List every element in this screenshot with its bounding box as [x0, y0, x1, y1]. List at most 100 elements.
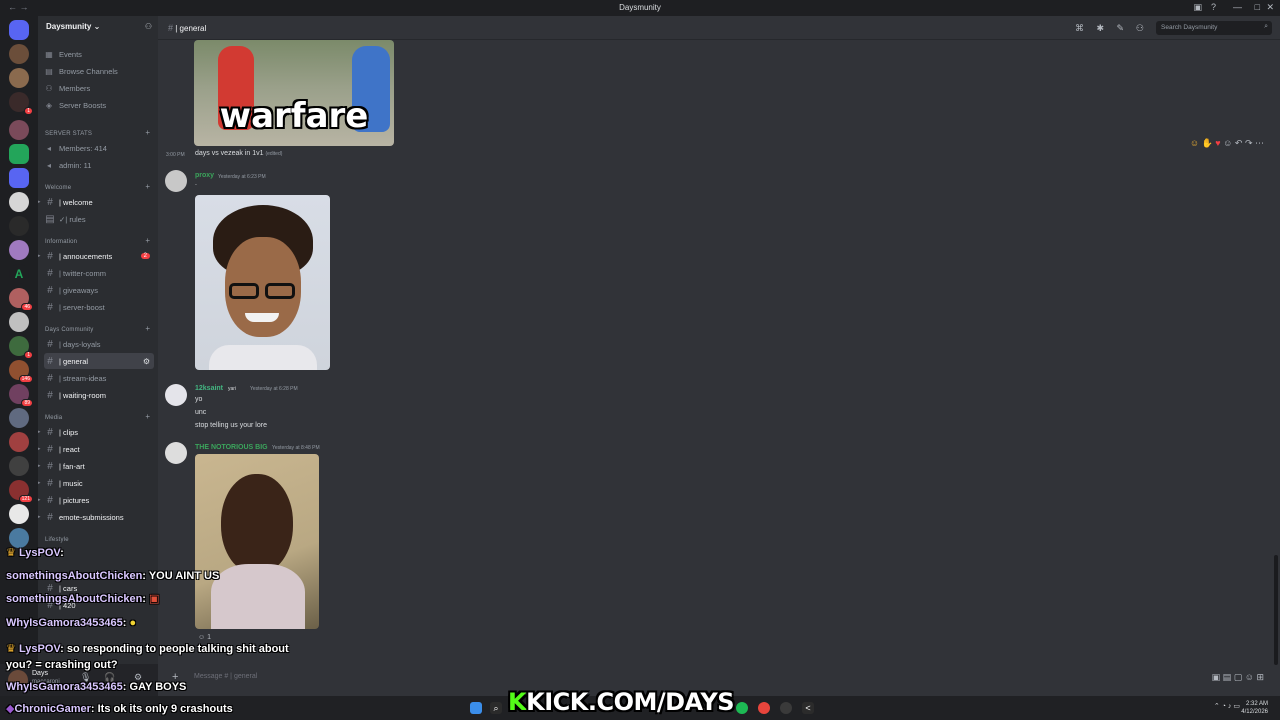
reaction-wave-icon[interactable]: ✋: [1202, 138, 1213, 148]
avatar[interactable]: [165, 384, 187, 406]
category-information[interactable]: Information: [45, 239, 77, 245]
user-settings-icon[interactable]: ⚙: [134, 672, 142, 683]
server-icon[interactable]: [9, 68, 29, 88]
channel-days-loyals[interactable]: # | days-loyals: [44, 336, 154, 352]
channel-annoucements[interactable]: ▸ # | annoucements 2: [38, 248, 154, 264]
inbox-icon[interactable]: ▣: [1193, 2, 1202, 13]
minimize-icon[interactable]: —: [1233, 2, 1242, 12]
server-icon[interactable]: 46: [9, 288, 33, 311]
channel-general[interactable]: # | general ⚙: [44, 353, 154, 369]
battery-icon[interactable]: ▭: [1233, 703, 1240, 710]
server-icon[interactable]: [9, 120, 29, 140]
windows-start-icon[interactable]: [470, 702, 482, 714]
maximize-icon[interactable]: □: [1255, 2, 1260, 12]
channel-cars[interactable]: # | cars: [44, 580, 154, 596]
microphone-icon[interactable]: 🎙: [80, 672, 91, 683]
reaction-emoji-icon[interactable]: ☺: [1190, 138, 1199, 148]
close-icon[interactable]: ✕: [1266, 2, 1274, 13]
apps-icon[interactable]: ⊞: [1256, 672, 1264, 682]
add-channel-icon[interactable]: +: [145, 128, 150, 137]
category-media[interactable]: Media: [45, 415, 62, 421]
server-icon[interactable]: [9, 168, 29, 188]
member-list-icon[interactable]: ⚇: [1136, 23, 1144, 34]
gift-icon[interactable]: ▣: [1212, 672, 1221, 682]
settings-icon[interactable]: ⚙: [143, 357, 150, 366]
server-icon[interactable]: 1: [9, 336, 33, 359]
server-icon[interactable]: [9, 312, 29, 332]
server-header[interactable]: Daysmunity ⌄ ⚇: [38, 16, 158, 40]
channel-420[interactable]: # | 420: [44, 597, 154, 613]
channel-fan-art[interactable]: ▸ # | fan-art: [38, 458, 154, 474]
pin-icon[interactable]: ✎: [1116, 23, 1124, 34]
message-author[interactable]: proxy: [195, 172, 214, 179]
server-icon[interactable]: [9, 528, 29, 548]
sidebar-item-browse[interactable]: ▤ Browse Channels: [44, 63, 156, 79]
message-image-selfie[interactable]: [195, 454, 319, 629]
server-icon[interactable]: [9, 456, 29, 476]
channel-welcome[interactable]: ▸ # | welcome: [38, 194, 154, 210]
reaction-heart-icon[interactable]: ♥: [1215, 138, 1220, 148]
settings-icon[interactable]: [780, 702, 792, 714]
clock[interactable]: 2:32 AM 4/12/2026: [1241, 700, 1268, 716]
server-icon[interactable]: 121: [9, 480, 33, 503]
forward-icon[interactable]: ↷: [1245, 138, 1253, 148]
message-image-portrait[interactable]: [195, 195, 330, 370]
sidebar-item-boosts[interactable]: ◈ Server Boosts: [44, 97, 156, 113]
channel-react[interactable]: ▸ # | react: [38, 441, 154, 457]
sidebar-item-members[interactable]: ⚇ Members: [44, 80, 156, 96]
add-user-icon[interactable]: ⚇: [145, 22, 152, 31]
add-channel-icon[interactable]: +: [145, 236, 150, 245]
network-icon[interactable]: ◔: [1222, 703, 1226, 710]
scrollbar[interactable]: [1274, 555, 1278, 665]
help-icon[interactable]: ?: [1211, 2, 1216, 12]
add-reaction-icon[interactable]: ☺: [1223, 138, 1232, 148]
home-icon[interactable]: [9, 20, 29, 40]
channel-music[interactable]: ▸ # | music: [38, 475, 154, 491]
reply-icon[interactable]: ↶: [1235, 138, 1243, 148]
add-channel-icon[interactable]: +: [145, 182, 150, 191]
server-icon[interactable]: [9, 408, 29, 428]
server-icon[interactable]: [9, 504, 29, 524]
channel-twitter-comm[interactable]: # | twitter-comm: [44, 265, 154, 281]
avatar[interactable]: [165, 170, 187, 192]
channel-rules[interactable]: ▤ ✓| rules: [44, 211, 154, 227]
chrome-icon[interactable]: [758, 702, 770, 714]
channel-waiting-room[interactable]: # | waiting-room: [44, 387, 154, 403]
channel-emote-submissions[interactable]: ▸ # emote-submissions: [38, 509, 154, 525]
server-icon[interactable]: [9, 44, 29, 64]
message-author[interactable]: 12ksaint: [195, 385, 223, 392]
server-icon[interactable]: A: [9, 264, 29, 284]
search-icon[interactable]: ⌕: [490, 702, 502, 714]
server-icon[interactable]: 1: [9, 92, 33, 115]
sidebar-item-events[interactable]: ▦ Events: [44, 46, 156, 62]
message-image-warfare[interactable]: warfare: [194, 40, 394, 146]
channel-pictures[interactable]: ▸ # | pictures: [38, 492, 154, 508]
notification-bell-icon[interactable]: ✱: [1096, 23, 1104, 34]
volume-icon[interactable]: ♪: [1228, 703, 1232, 710]
more-options-icon[interactable]: ⋯: [1255, 138, 1264, 148]
add-channel-icon[interactable]: +: [145, 324, 150, 333]
channel-stream-ideas[interactable]: # | stream-ideas: [44, 370, 154, 386]
spotify-icon[interactable]: [736, 702, 748, 714]
app-icon[interactable]: <: [802, 702, 814, 714]
category-server-stats[interactable]: SERVER STATS: [45, 131, 92, 137]
server-icon[interactable]: 146: [9, 360, 33, 383]
server-icon[interactable]: [9, 216, 29, 236]
sticker-icon[interactable]: ▢: [1234, 672, 1243, 682]
emoji-icon[interactable]: ☺: [1245, 672, 1254, 682]
message-author[interactable]: THE NOTORIOUS BIG: [195, 444, 268, 451]
channel-giveaways[interactable]: # | giveaways: [44, 282, 154, 298]
category-welcome[interactable]: Welcome: [45, 185, 71, 191]
avatar[interactable]: [165, 442, 187, 464]
avatar[interactable]: [8, 670, 28, 690]
channel-server-boost[interactable]: # | server-boost: [44, 299, 154, 315]
channel-clips[interactable]: ▸ # | clips: [38, 424, 154, 440]
reaction-pill[interactable]: ☺ 1: [198, 634, 211, 641]
chevron-up-icon[interactable]: ⌃: [1214, 703, 1220, 710]
search-input[interactable]: Search Daysmunity ⌕: [1156, 21, 1272, 35]
server-icon[interactable]: [9, 192, 29, 212]
add-channel-icon[interactable]: +: [145, 412, 150, 421]
gif-icon[interactable]: ▤: [1223, 672, 1232, 682]
server-icon[interactable]: [9, 144, 29, 164]
category-lifestyle[interactable]: Lifestyle: [45, 537, 69, 543]
